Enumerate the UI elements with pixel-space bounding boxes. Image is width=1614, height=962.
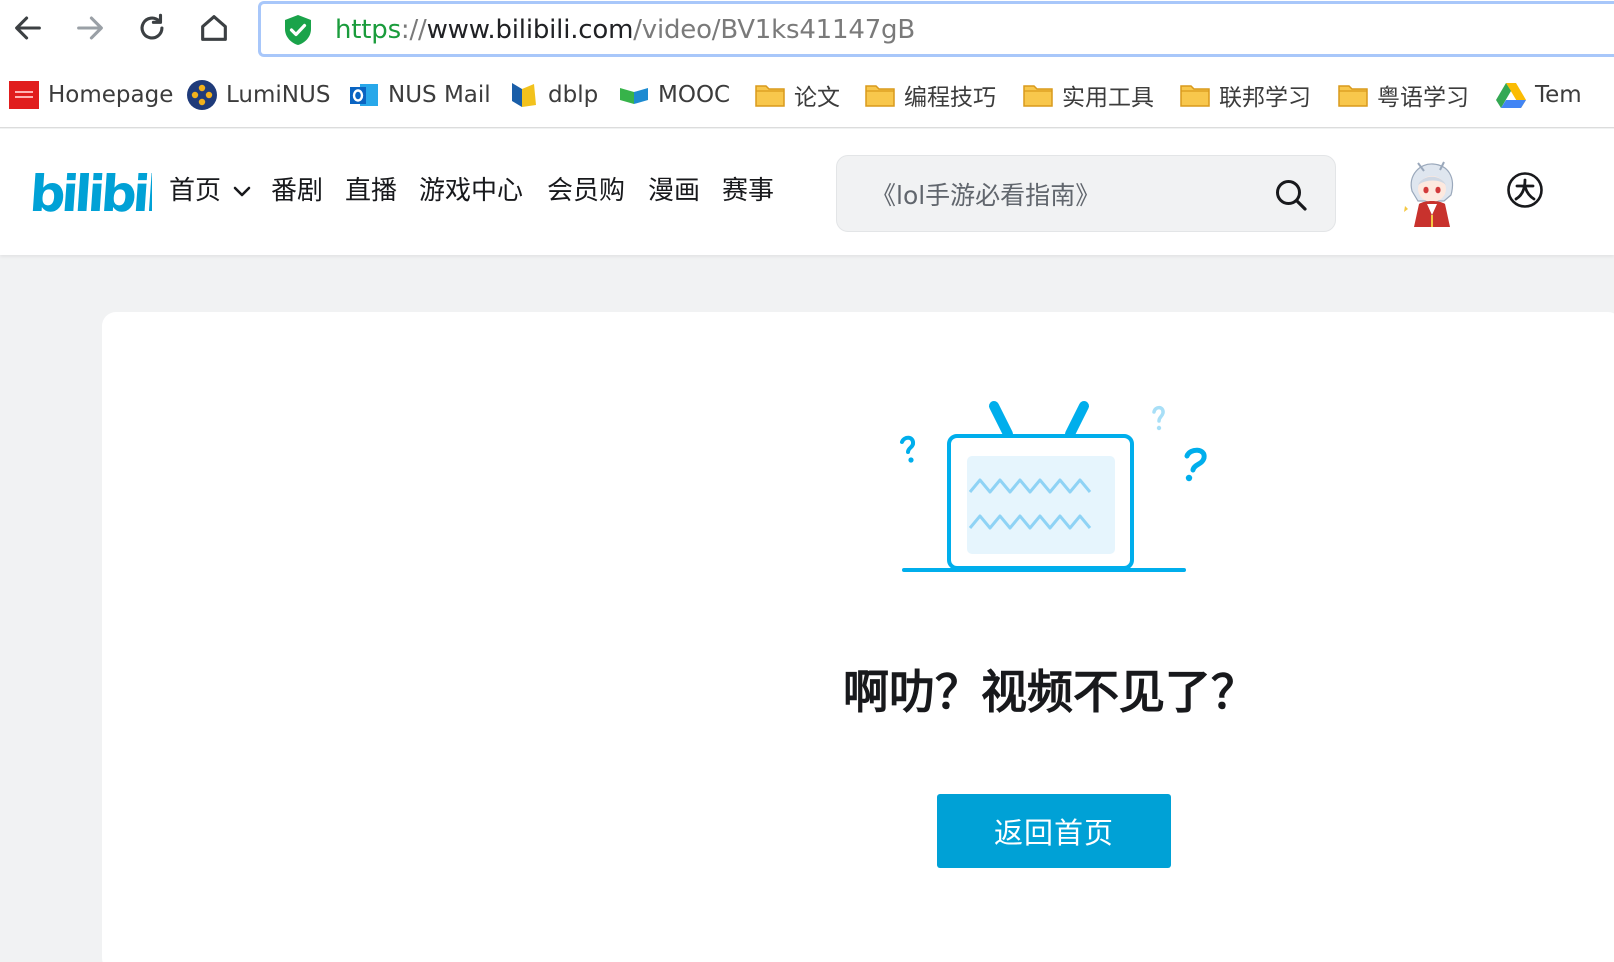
bookmark-label: 论文 [794, 85, 840, 111]
nav-game-center[interactable]: 游戏中心 [419, 173, 523, 209]
oracle-icon [9, 81, 39, 109]
url-host: www.bilibili.com [426, 15, 634, 45]
url-text[interactable]: https://www.bilibili.com/video/BV1ks4114… [335, 12, 915, 48]
folder-icon [755, 85, 785, 107]
bookmark-label: dblp [548, 82, 599, 108]
bookmark-label: Tem [1535, 82, 1582, 108]
back-arrow-icon [15, 16, 41, 40]
url-separator: :// [400, 15, 427, 45]
nav-mall[interactable]: 会员购 [547, 173, 625, 209]
nav-live[interactable]: 直播 [345, 173, 397, 209]
mooc-icon [620, 88, 648, 104]
outlook-icon [350, 84, 378, 106]
return-home-button[interactable]: 返回首页 [937, 794, 1171, 868]
luminus-icon [187, 80, 217, 110]
site-header: bilibili 首页 番剧 直播 游戏中心 会员购 漫画 赛事 《lol手游必… [0, 129, 1614, 255]
search-icon[interactable] [1273, 177, 1309, 213]
folder-icon [1023, 85, 1053, 107]
anime-avatar-icon[interactable] [1398, 157, 1464, 227]
folder-icon [1180, 85, 1210, 107]
reload-button[interactable] [130, 6, 174, 50]
back-button[interactable] [6, 6, 50, 50]
home-button[interactable] [192, 6, 236, 50]
bookmarks-bar: Homepage LumiNUS NUS Mail dblp MOOC 论文 编… [0, 62, 1614, 128]
chevron-down-icon[interactable] [232, 184, 252, 200]
bookmark-label: 编程技巧 [904, 85, 996, 111]
nav-manga[interactable]: 漫画 [648, 173, 700, 209]
nav-esports[interactable]: 赛事 [722, 173, 774, 209]
bookmark-luminus[interactable]: LumiNUS [186, 78, 330, 112]
bookmark-dblp[interactable]: dblp [508, 78, 598, 112]
forward-button[interactable] [68, 6, 112, 50]
folder-icon [1338, 85, 1368, 107]
search-input[interactable]: 《lol手游必看指南》 [871, 176, 1100, 212]
error-title: 啊叻？视频不见了？ [843, 665, 1257, 719]
bookmark-label: 实用工具 [1062, 85, 1154, 111]
bookmark-label: NUS Mail [388, 82, 491, 108]
google-drive-icon [1496, 83, 1526, 108]
browser-toolbar: https://www.bilibili.com/video/BV1ks4114… [0, 0, 1614, 62]
search-box[interactable]: 《lol手游必看指南》 [836, 155, 1336, 232]
url-scheme: https [335, 15, 401, 45]
url-path: /video/BV1ks41147gB [633, 15, 915, 45]
bookmark-folder-papers[interactable]: 论文 [754, 78, 840, 112]
bookmark-folder-cantonese[interactable]: 粤语学习 [1337, 78, 1469, 112]
nav-anime[interactable]: 番剧 [271, 173, 323, 209]
address-bar[interactable]: https://www.bilibili.com/video/BV1ks4114… [258, 1, 1614, 57]
home-icon [201, 15, 227, 41]
secure-shield-icon [285, 15, 311, 45]
bilibili-logo[interactable]: bilibili [32, 163, 152, 219]
content-card [102, 312, 1614, 962]
nav-home[interactable]: 首页 [169, 173, 221, 209]
bookmark-label: LumiNUS [226, 82, 331, 108]
bookmark-nus-mail[interactable]: NUS Mail [348, 78, 491, 112]
folder-icon [865, 85, 895, 107]
bookmark-google-drive[interactable]: Tem [1495, 78, 1582, 112]
svg-text:bilibili: bilibili [32, 165, 152, 219]
bookmark-folder-coding-tips[interactable]: 编程技巧 [864, 78, 996, 112]
bookmark-mooc[interactable]: MOOC [618, 78, 730, 112]
forward-arrow-icon [77, 16, 103, 40]
bookmark-label: Homepage [48, 82, 174, 108]
bookmark-label: MOOC [658, 82, 731, 108]
bookmark-folder-tools[interactable]: 实用工具 [1022, 78, 1154, 112]
bookmark-folder-federated-learning[interactable]: 联邦学习 [1179, 78, 1311, 112]
dblp-icon [512, 83, 536, 107]
bookmark-label: 联邦学习 [1219, 85, 1311, 111]
tv-not-found-illustration [900, 401, 1207, 572]
reload-icon [140, 13, 164, 40]
big-member-badge-icon[interactable] [1506, 171, 1544, 209]
bookmark-homepage[interactable]: Homepage [8, 78, 173, 112]
bookmark-label: 粤语学习 [1377, 85, 1469, 111]
